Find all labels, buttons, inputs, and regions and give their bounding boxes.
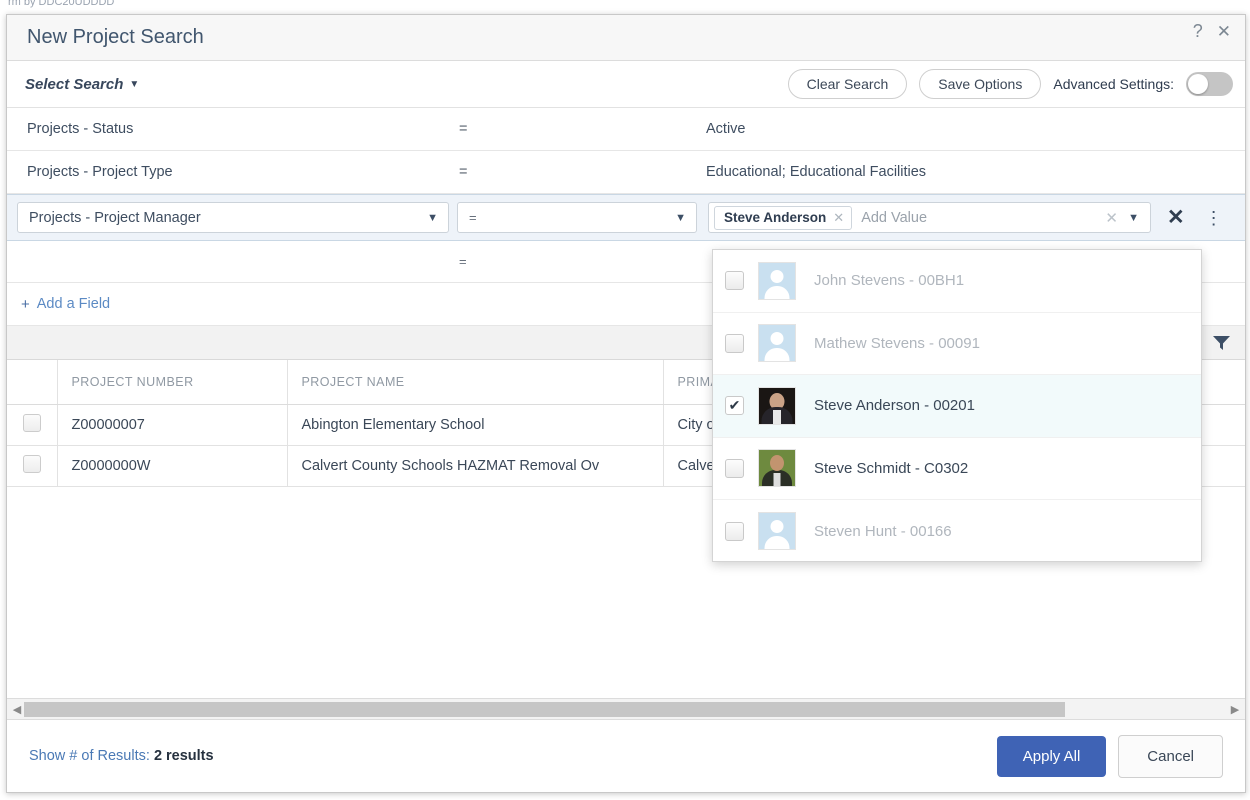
row-select-cell[interactable]	[7, 445, 58, 487]
field-select[interactable]: Projects - Project Manager ▼	[17, 202, 449, 233]
row-checkbox[interactable]	[22, 413, 41, 432]
cell-project-name: Calvert County Schools HAZMAT Removal Ov	[287, 445, 664, 487]
field-select-value: Projects - Project Manager	[29, 209, 201, 226]
value-multiselect-input[interactable]: Steve Anderson ✕ Add Value ✕ ▼	[708, 202, 1151, 233]
cancel-button[interactable]: Cancel	[1118, 734, 1223, 778]
table-header-project-name: PROJECT NAME	[287, 360, 664, 405]
table-header-project-number: PROJECT NUMBER	[57, 360, 288, 405]
dropdown-option[interactable]: Steve Schmidt - C0302	[713, 438, 1201, 500]
new-project-search-dialog: New Project Search ? ✕ Select Search ▼ C…	[6, 14, 1246, 793]
dropdown-option[interactable]: John Stevens - 00BH1	[713, 250, 1201, 313]
scrollbar-track[interactable]	[24, 701, 1228, 717]
value-token: Steve Anderson ✕	[714, 205, 853, 230]
results-count-label: Show # of Results:	[29, 748, 150, 764]
titlebar-icons: ? ✕	[1193, 22, 1231, 40]
option-checkbox[interactable]	[725, 458, 744, 478]
advanced-settings-label: Advanced Settings:	[1053, 76, 1174, 92]
row-checkbox[interactable]	[22, 454, 41, 473]
value-token-label: Steve Anderson	[724, 210, 827, 225]
option-label: Steven Hunt - 00166	[814, 522, 952, 540]
option-label: Mathew Stevens - 00091	[814, 334, 980, 352]
project-manager-options-dropdown[interactable]: John Stevens - 00BH1 Mathew Stevens - 000…	[712, 249, 1202, 562]
add-a-field-button[interactable]: + Add a Field	[21, 296, 110, 313]
add-a-field-label: Add a Field	[36, 296, 111, 312]
option-label: John Stevens - 00BH1	[814, 272, 965, 290]
row-select-cell[interactable]	[7, 404, 58, 446]
dialog-title: New Project Search	[27, 26, 204, 48]
clear-search-button[interactable]: Clear Search	[787, 69, 908, 99]
criteria-row-menu-icon[interactable]: ⋮	[1205, 209, 1223, 227]
avatar	[758, 261, 796, 300]
dropdown-option[interactable]: Steven Hunt - 00166	[713, 500, 1201, 561]
criteria-value: Educational; Educational Facilities	[706, 164, 927, 180]
cell-project-number: Z00000007	[57, 404, 288, 446]
option-checkbox[interactable]: ✔	[725, 396, 744, 416]
criteria-value: Active	[706, 121, 746, 137]
filter-icon[interactable]	[1212, 334, 1231, 351]
background-ghost-text: rm by DDC20UDDDD	[8, 0, 115, 8]
criteria-operator: =	[459, 121, 468, 137]
search-toolbar: Select Search ▼ Clear Search Save Option…	[7, 61, 1245, 108]
criteria-row[interactable]: Projects - Project Type = Educational; E…	[7, 151, 1245, 194]
apply-all-button[interactable]: Apply All	[996, 735, 1107, 777]
chevron-down-icon: ▼	[675, 211, 686, 224]
table-header-select	[7, 360, 58, 405]
results-count-display: Show # of Results: 2 results	[29, 748, 214, 764]
criteria-operator: =	[459, 164, 468, 180]
avatar	[758, 324, 796, 363]
cell-project-number: Z0000000W	[57, 445, 288, 487]
criteria-row-active: Projects - Project Manager ▼ = ▼ Steve A…	[7, 194, 1245, 241]
background-page-strip: rm by DDC20UDDDD	[0, 0, 1250, 14]
select-search-dropdown[interactable]: Select Search ▼	[25, 76, 139, 93]
criteria-field: Projects - Status	[27, 121, 134, 137]
criteria-row[interactable]: Projects - Status = Active	[7, 108, 1245, 151]
avatar	[758, 386, 796, 425]
select-search-label: Select Search	[25, 75, 124, 93]
cell-project-name: Abington Elementary School	[287, 404, 664, 446]
advanced-settings-toggle[interactable]	[1186, 72, 1233, 96]
toolbar-right-group: Clear Search Save Options Advanced Setti…	[787, 69, 1233, 99]
avatar	[758, 449, 796, 488]
avatar-shirt	[773, 409, 781, 424]
option-checkbox[interactable]	[725, 521, 744, 541]
value-token-remove-icon[interactable]: ✕	[833, 210, 844, 226]
footer-buttons: Apply All Cancel	[996, 734, 1223, 778]
save-options-button[interactable]: Save Options	[919, 69, 1042, 99]
horizontal-scrollbar[interactable]: ◀ ▶	[7, 698, 1245, 720]
results-count-value: 2 results	[153, 748, 214, 764]
remove-criteria-row-icon[interactable]: ✕	[1167, 207, 1185, 228]
plus-icon: +	[21, 295, 30, 313]
option-label: Steve Schmidt - C0302	[814, 459, 969, 477]
criteria-operator: =	[459, 254, 467, 269]
dialog-titlebar: New Project Search ? ✕	[7, 15, 1245, 61]
criteria-field: Projects - Project Type	[27, 164, 173, 180]
operator-select[interactable]: = ▼	[457, 202, 697, 233]
close-icon[interactable]: ✕	[1217, 23, 1231, 40]
operator-select-value: =	[469, 210, 477, 225]
avatar	[758, 512, 796, 551]
help-icon[interactable]: ?	[1193, 22, 1203, 40]
scroll-right-arrow-icon[interactable]: ▶	[1228, 703, 1242, 716]
avatar-shirt	[773, 473, 781, 487]
toggle-knob	[1188, 74, 1208, 94]
option-checkbox[interactable]	[725, 271, 744, 291]
dropdown-option[interactable]: Mathew Stevens - 00091	[713, 313, 1201, 375]
clear-value-icon[interactable]: ✕	[1105, 209, 1118, 227]
value-input-placeholder: Add Value	[861, 209, 928, 226]
dialog-footer: Show # of Results: 2 results Apply All C…	[7, 720, 1245, 792]
chevron-down-icon[interactable]: ▼	[1128, 212, 1139, 224]
chevron-down-icon: ▼	[427, 211, 438, 224]
option-label: Steve Anderson - 00201	[814, 397, 975, 415]
scrollbar-thumb[interactable]	[24, 701, 1066, 717]
option-checkbox[interactable]	[725, 333, 744, 353]
dropdown-option[interactable]: ✔ Steve Anderson - 00201	[713, 375, 1201, 438]
chevron-down-icon: ▼	[129, 78, 140, 90]
scroll-left-arrow-icon[interactable]: ◀	[10, 703, 24, 716]
